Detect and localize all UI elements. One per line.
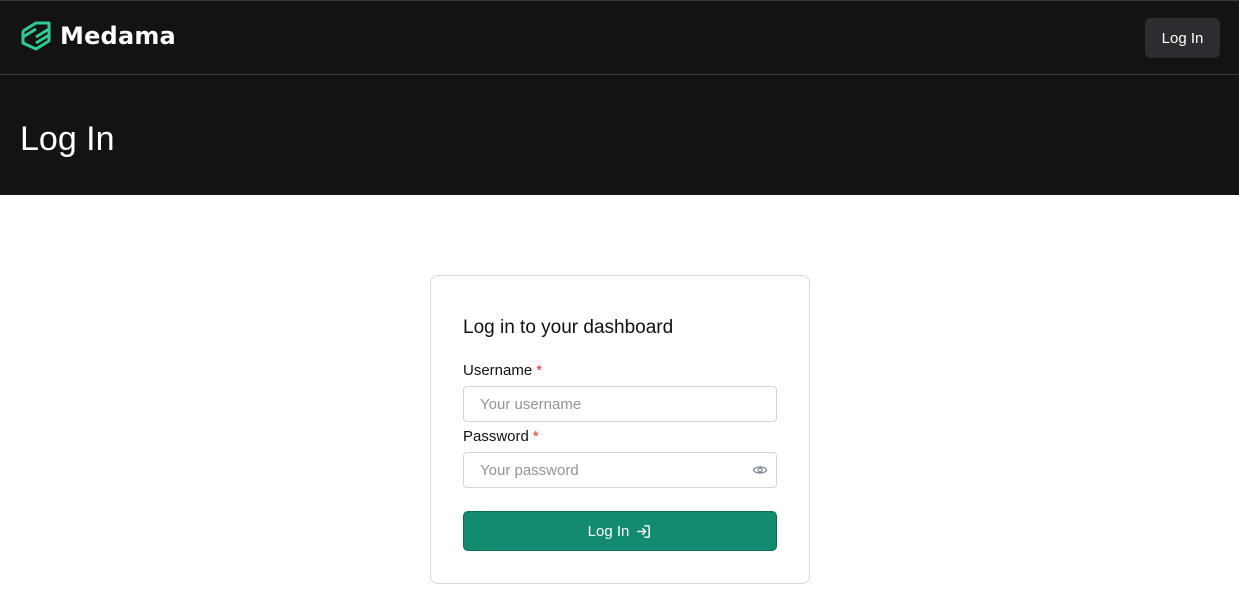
username-input[interactable] — [463, 386, 777, 422]
required-marker: * — [532, 428, 539, 445]
username-label-text: Username — [463, 362, 533, 379]
password-field-wrapper — [463, 452, 777, 488]
brand-name: Medama — [60, 22, 176, 50]
page-title: Log In — [20, 120, 115, 158]
password-label: Password * — [463, 428, 539, 446]
login-card-title: Log in to your dashboard — [463, 317, 674, 338]
login-card: Log in to your dashboard Username* Passw… — [430, 275, 810, 584]
toggle-password-visibility-button[interactable] — [751, 461, 769, 479]
nav-login-button[interactable]: Log In — [1145, 18, 1220, 58]
top-navbar: Medama Log In — [0, 0, 1239, 75]
page-header: Log In — [0, 75, 1239, 195]
password-input[interactable] — [463, 452, 777, 488]
login-submit-label: Log In — [587, 522, 630, 540]
brand-home-link[interactable]: Medama — [20, 20, 176, 52]
password-label-text: Password — [463, 428, 529, 445]
login-arrow-icon — [637, 524, 651, 538]
username-label: Username * — [463, 362, 542, 380]
login-submit-button[interactable]: Log In — [463, 511, 777, 551]
eye-icon — [752, 466, 768, 474]
required-marker: * — [536, 362, 543, 379]
medama-logo-icon — [21, 21, 51, 51]
